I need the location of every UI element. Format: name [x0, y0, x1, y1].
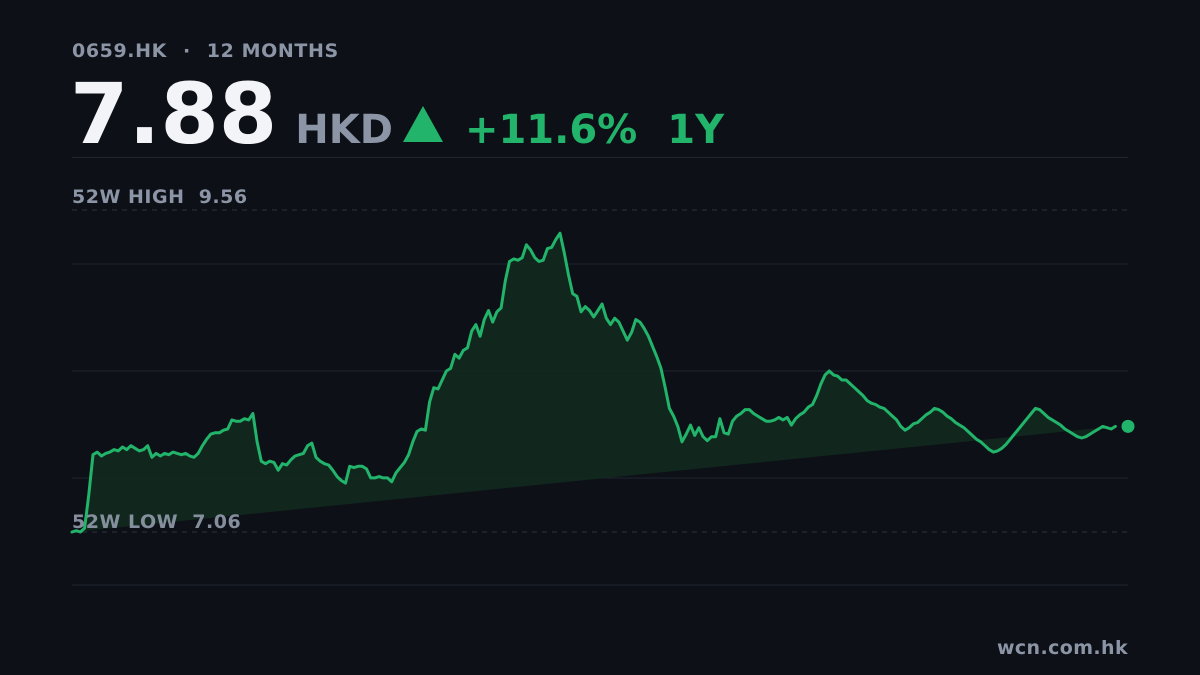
low-label: 52W LOW 7.06 — [72, 511, 241, 533]
watermark: wcn.com.hk — [996, 637, 1128, 659]
area-fill — [72, 233, 1116, 532]
last-price-dot — [1121, 419, 1135, 433]
price-chart: 52W HIGH 9.56 52W LOW 7.06 — [70, 186, 1135, 586]
high-label: 52W HIGH 9.56 — [72, 186, 248, 208]
